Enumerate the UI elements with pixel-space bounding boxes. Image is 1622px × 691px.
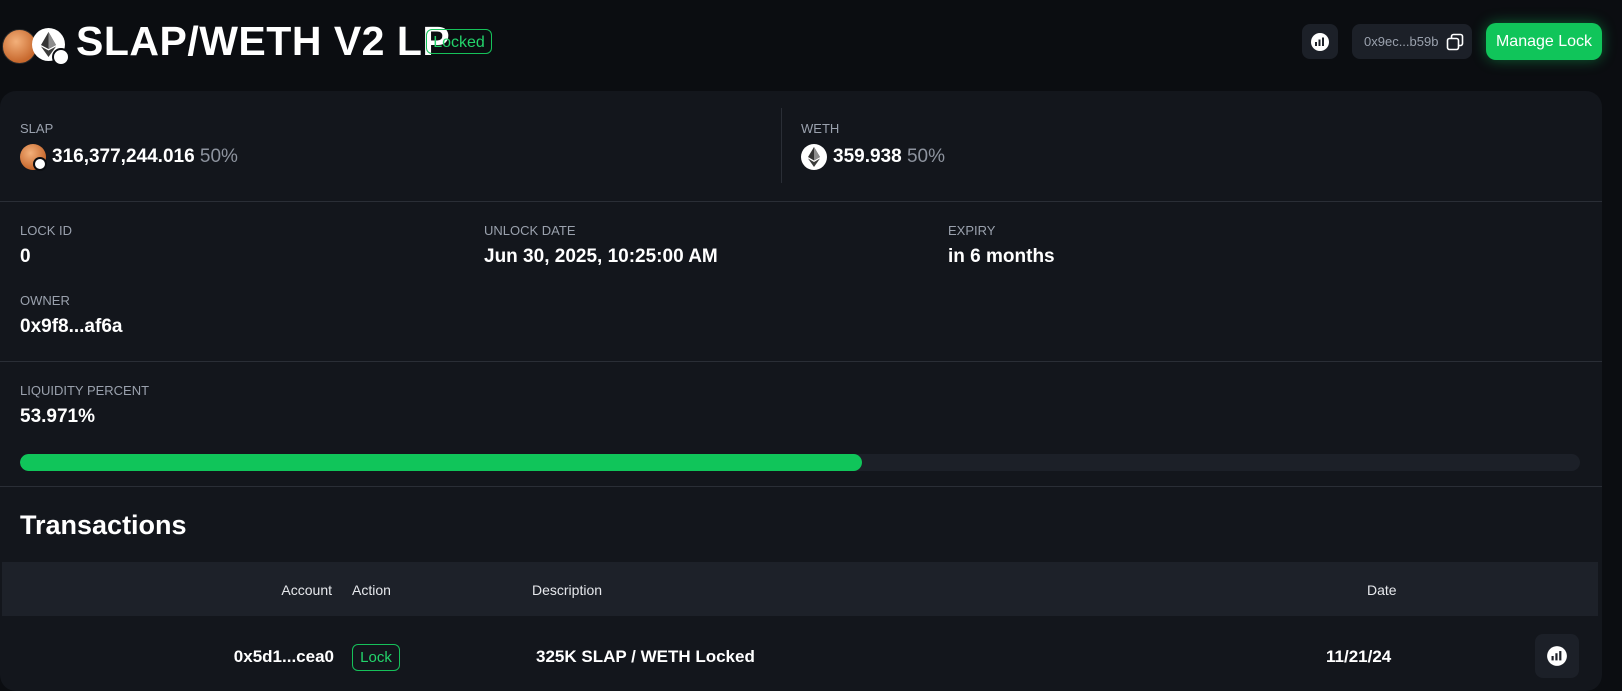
- reserve-label-weth: WETH: [801, 121, 840, 136]
- reserve-label-slap: SLAP: [20, 121, 54, 136]
- contract-address: 0x9ec...b59b: [1364, 34, 1439, 49]
- column-header-action: Action: [352, 582, 391, 598]
- transaction-account[interactable]: 0x5d1...cea0: [234, 647, 334, 667]
- transaction-chart-button[interactable]: [1535, 634, 1579, 678]
- owner-label: OWNER: [20, 293, 70, 308]
- lock-id-value: 0: [20, 246, 31, 267]
- lock-id-label: LOCK ID: [20, 223, 73, 238]
- chart-button[interactable]: [1302, 24, 1338, 59]
- column-header-description: Description: [532, 582, 603, 598]
- section-divider: [0, 361, 1602, 362]
- section-divider: [0, 201, 1602, 202]
- chain-badge-icon: [52, 48, 70, 66]
- chart-icon: [1311, 32, 1329, 51]
- page-title: SLAP/WETH V2 LP: [76, 18, 451, 64]
- liquidity-label: LIQUIDITY PERCENT: [20, 383, 150, 398]
- transactions-table-header: Account Action Description Date: [2, 562, 1598, 616]
- reserve-value-slap: 316,377,244.016 50%: [52, 146, 238, 168]
- transaction-date: 11/21/24: [1326, 647, 1392, 666]
- chart-icon: [1547, 646, 1567, 666]
- column-divider: [781, 108, 782, 183]
- action-badge: Lock: [352, 644, 400, 671]
- transaction-description: 325K SLAP / WETH Locked: [536, 647, 755, 666]
- liquidity-progress-fill: [20, 454, 862, 471]
- column-header-account: Account: [281, 582, 332, 598]
- reserve-percent: 50%: [199, 146, 238, 167]
- reserve-amount: 316,377,244.016: [52, 146, 195, 167]
- column-header-date: Date: [1367, 582, 1397, 598]
- unlock-date-label: UNLOCK DATE: [484, 223, 576, 238]
- section-divider: [0, 486, 1602, 487]
- expiry-value: in 6 months: [948, 246, 1055, 267]
- expiry-label: EXPIRY: [948, 223, 996, 238]
- eth-token-icon: [32, 28, 70, 66]
- transactions-title: Transactions: [20, 510, 187, 540]
- slap-token-icon: [20, 144, 47, 171]
- chain-badge-icon: [33, 157, 47, 171]
- reserve-percent: 50%: [906, 146, 945, 167]
- eth-token-icon: [801, 144, 827, 170]
- unlock-date-value: Jun 30, 2025, 10:25:00 AM: [484, 246, 718, 267]
- manage-lock-button[interactable]: Manage Lock: [1486, 23, 1602, 60]
- copy-icon[interactable]: [1446, 33, 1464, 51]
- status-badge: Locked: [426, 29, 492, 54]
- reserve-value-weth: 359.938 50%: [833, 146, 945, 168]
- page-header: SLAP/WETH V2 LP Locked 0x9ec...b59b Mana…: [0, 0, 1622, 90]
- liquidity-value: 53.971%: [20, 406, 96, 427]
- liquidity-progress-bar: [20, 454, 1580, 471]
- reserve-amount: 359.938: [833, 146, 902, 167]
- contract-address-pill[interactable]: 0x9ec...b59b: [1352, 24, 1472, 59]
- owner-address[interactable]: 0x9f8...af6a: [20, 316, 122, 338]
- token-pair-icons: [2, 28, 70, 66]
